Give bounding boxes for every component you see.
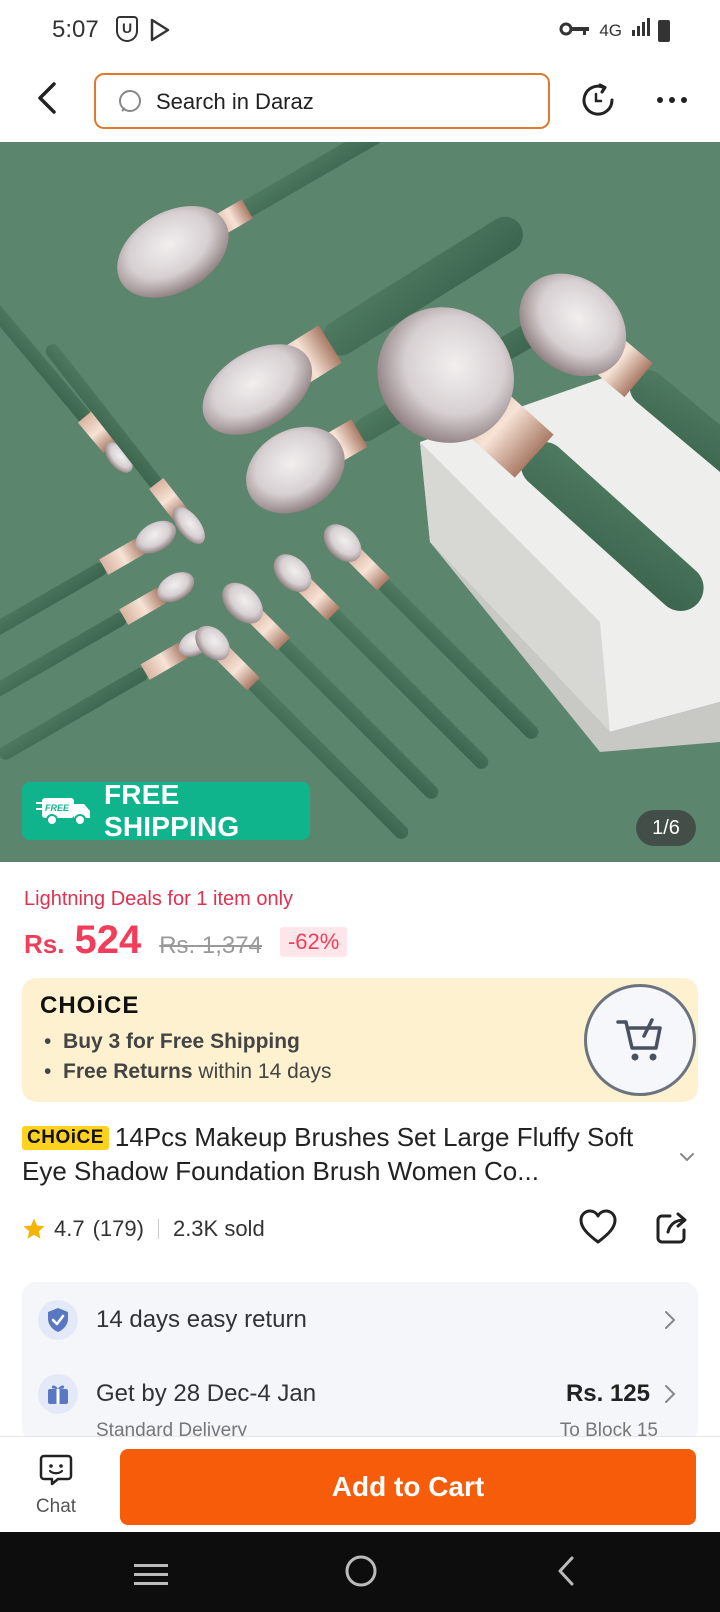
divider (157, 1219, 159, 1239)
free-shipping-banner: FREE FREE SHIPPING (22, 779, 310, 842)
price-row: Rs. 524 Rs. 1,374 -62% (24, 918, 348, 968)
choice-benefit-2-bold: Free Returns (63, 1060, 193, 1083)
star-icon (23, 1218, 45, 1239)
choice-benefit-1: • Buy 3 for Free Shipping (44, 1030, 300, 1053)
heart-icon (579, 1209, 617, 1244)
home-icon[interactable] (344, 1554, 378, 1593)
wishlist-button[interactable] (578, 1208, 618, 1251)
rating-score: 4.7 (54, 1216, 85, 1241)
search-input[interactable]: Search in Daraz (94, 73, 550, 129)
add-to-cart-button[interactable]: Add to Cart (120, 1449, 696, 1525)
current-price: 524 (74, 918, 142, 962)
choice-benefit-1-text: Buy 3 for Free Shipping (63, 1030, 300, 1053)
cart-icon (616, 1018, 662, 1061)
chat-button[interactable]: Chat (24, 1453, 88, 1523)
choice-logo: CHOiCE (40, 992, 140, 1019)
gift-box-icon (38, 1374, 78, 1414)
return-policy-text: 14 days easy return (96, 1306, 307, 1333)
free-shipping-label: FREE SHIPPING (104, 779, 240, 842)
action-bar: Chat Add to Cart (0, 1436, 720, 1532)
services-card: 14 days easy return Get by 28 Dec-4 Jan … (22, 1282, 698, 1442)
choice-benefit-2: • Free Returns within 14 days (44, 1060, 332, 1083)
chevron-right-icon (664, 1384, 676, 1409)
battery-icon (658, 19, 670, 42)
refresh-button[interactable] (578, 80, 618, 120)
choice-cart-button[interactable] (584, 984, 696, 1096)
chat-icon (39, 1454, 73, 1486)
shield-icon: U (116, 16, 138, 42)
discount-badge: -62% (279, 927, 348, 957)
status-bar: 5:07 U 4G (0, 0, 720, 62)
share-button[interactable] (654, 1210, 690, 1251)
delivery-row[interactable]: Get by 28 Dec-4 Jan Rs. 125 Standard Del… (22, 1364, 698, 1442)
delivery-date: Get by 28 Dec-4 Jan (96, 1380, 317, 1407)
chat-label: Chat (35, 1496, 77, 1517)
rating-row[interactable]: 4.7 (179) 2.3K sold (22, 1212, 265, 1246)
back-nav-icon[interactable] (556, 1556, 576, 1591)
more-options-button[interactable] (652, 80, 692, 120)
delivery-price: Rs. 125 (565, 1380, 650, 1407)
choice-promo-card[interactable]: CHOiCE • Buy 3 for Free Shipping • Free … (22, 978, 698, 1102)
lightning-deal-label: Lightning Deals for 1 item only (24, 888, 294, 910)
makeup-brushes-illustration (0, 142, 720, 862)
rating-count: (179) (92, 1216, 144, 1241)
system-nav-bar (0, 1532, 720, 1612)
original-price: Rs. 1,374 (159, 932, 262, 959)
shield-check-icon (38, 1300, 78, 1340)
search-placeholder: Search in Daraz (156, 89, 314, 114)
network-label: 4G (599, 20, 622, 40)
choice-badge: CHOiCE (22, 1126, 109, 1150)
signal-icon (630, 18, 650, 43)
truck-icon: FREE (36, 796, 92, 826)
return-policy-row[interactable]: 14 days easy return (22, 1290, 698, 1350)
product-image[interactable]: FREE FREE SHIPPING 1/6 (0, 142, 720, 862)
recent-apps-icon[interactable] (134, 1562, 168, 1593)
sold-count: 2.3K sold (172, 1216, 265, 1241)
product-title-text: 14Pcs Makeup Brushes Set Large Fluffy So… (22, 1122, 634, 1186)
refresh-icon (582, 83, 614, 116)
search-icon (118, 89, 144, 120)
back-button[interactable] (28, 78, 68, 118)
chevron-down-icon (680, 1153, 694, 1162)
more-icon (657, 97, 687, 103)
status-right: 4G (559, 18, 670, 43)
share-icon (656, 1212, 687, 1244)
choice-benefit-2-rest: within 14 days (192, 1060, 332, 1083)
play-store-icon (150, 18, 170, 47)
chevron-right-icon (664, 1310, 676, 1335)
key-icon (559, 21, 591, 41)
free-badge-text: FREE (45, 803, 70, 813)
expand-title-button[interactable] (678, 1150, 696, 1168)
product-title: CHOiCE 14Pcs Makeup Brushes Set Large Flu… (22, 1120, 672, 1188)
image-counter: 1/6 (636, 810, 696, 846)
top-bar: Search in Daraz (0, 62, 720, 142)
status-time: 5:07 (52, 16, 99, 43)
price-currency: Rs. (24, 929, 65, 959)
chevron-left-icon (38, 82, 56, 114)
